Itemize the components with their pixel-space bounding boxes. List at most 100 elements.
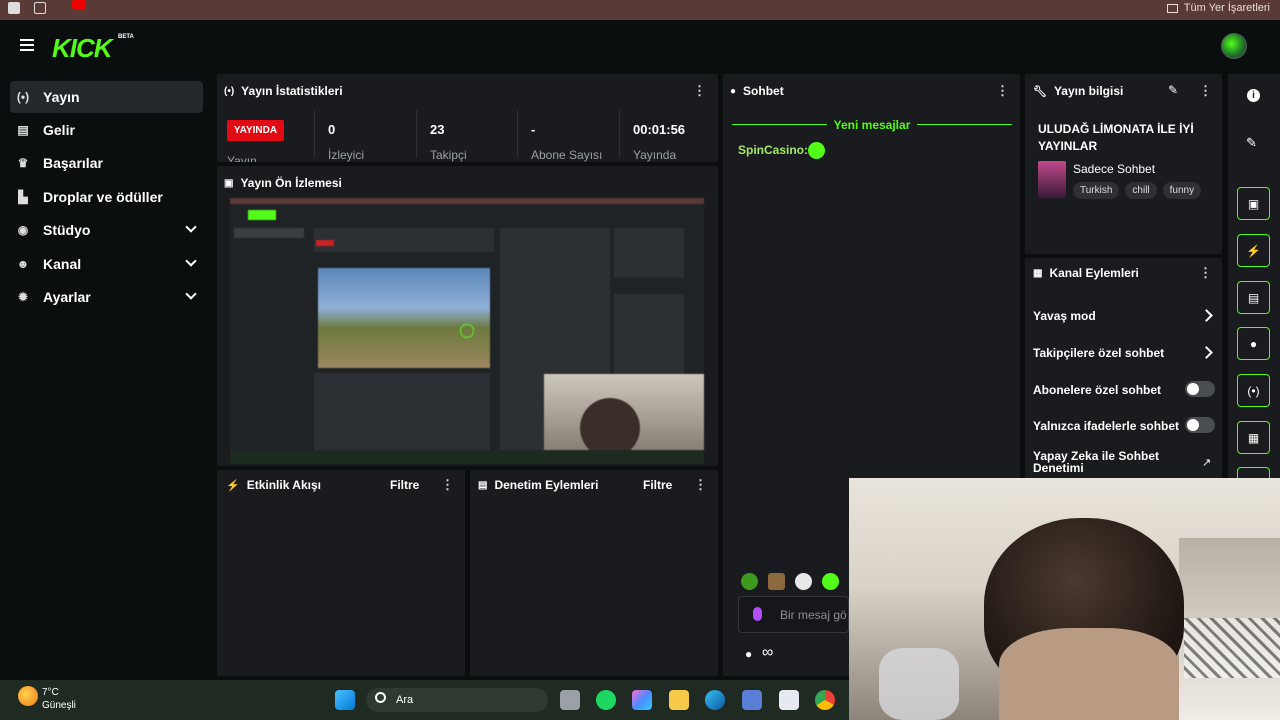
stats-toggle-button[interactable]: (•) xyxy=(1237,374,1270,407)
document-icon: ▤ xyxy=(478,479,488,491)
trophy-icon: ♛ xyxy=(17,156,29,170)
all-bookmarks-label: Tüm Yer İşaretleri xyxy=(1183,2,1270,14)
stat-subs-value: - xyxy=(531,122,536,137)
sidebar-item-kanal[interactable]: ☻ Kanal xyxy=(10,248,203,280)
pencil-icon[interactable]: ✎ xyxy=(1246,135,1257,151)
folder-icon xyxy=(1166,3,1178,13)
broadcast-icon: (•) xyxy=(16,90,30,104)
sidebar-item-yayin[interactable]: (•) Yayın xyxy=(10,81,203,113)
gear-icon: ✹ xyxy=(17,290,29,304)
weather-desc: Güneşli xyxy=(42,700,76,711)
more-icon[interactable] xyxy=(693,83,706,99)
weather-temp: 7°C xyxy=(42,687,59,698)
sidebar-item-label: Stüdyo xyxy=(43,222,91,238)
emote-icon[interactable] xyxy=(768,573,785,590)
store-icon[interactable] xyxy=(742,690,762,710)
chevron-down-icon xyxy=(185,221,197,233)
kick-logo[interactable]: KICK xyxy=(52,33,113,64)
tag[interactable]: chill xyxy=(1125,182,1157,199)
tag[interactable]: Turkish xyxy=(1073,182,1120,199)
ai-moderation-row[interactable]: Yapay Zeka ile Sohbet Denetimi xyxy=(1033,450,1173,474)
stat-viewers-label: İzleyici xyxy=(328,148,365,162)
apps-icon[interactable] xyxy=(34,2,46,14)
avatar[interactable] xyxy=(1221,33,1247,59)
more-icon[interactable] xyxy=(1199,83,1212,99)
chat-toggle-button[interactable]: ● xyxy=(1237,327,1270,360)
stat-followers-value: 23 xyxy=(430,122,445,137)
studio-icon: ◉ xyxy=(17,223,29,237)
chat-username[interactable]: SpinCasino: xyxy=(738,143,808,157)
mail-icon[interactable] xyxy=(779,690,799,710)
preview-toggle-button[interactable]: ▣ xyxy=(1237,187,1270,220)
more-icon[interactable] xyxy=(1199,265,1212,281)
tag[interactable]: funny xyxy=(1162,182,1202,199)
edge-icon[interactable] xyxy=(705,690,725,710)
infinity-icon: ∞ xyxy=(762,644,774,661)
chrome-icon[interactable] xyxy=(815,690,835,710)
moderation-panel: ▤ Denetim Eylemleri Filtre xyxy=(470,470,718,676)
activity-header: ⚡ Etkinlik Akışı xyxy=(226,478,321,492)
all-bookmarks[interactable]: Tüm Yer İşaretleri xyxy=(1166,2,1270,14)
channel-actions-panel: ▦ Kanal Eylemleri xyxy=(1025,258,1222,480)
info-icon[interactable]: i xyxy=(1247,89,1260,102)
channel-icon: ▦ xyxy=(1247,430,1260,445)
chevron-down-icon xyxy=(185,255,197,267)
sidebar-item-ayarlar[interactable]: ✹ Ayarlar xyxy=(10,281,203,313)
channel-icon: ▦ xyxy=(1033,267,1043,279)
menu-icon[interactable] xyxy=(20,39,34,51)
stat-label-yayin: Yayın xyxy=(227,154,257,162)
emotes-only-toggle[interactable] xyxy=(1185,417,1215,433)
preview-title: Yayın Ön İzlemesi xyxy=(240,176,342,190)
sidebar-item-droplar[interactable]: ▙ Droplar ve ödüller xyxy=(10,181,203,213)
slow-mode-row[interactable]: Yavaş mod xyxy=(1033,309,1096,323)
subscribers-only-toggle[interactable] xyxy=(1185,381,1215,397)
page-icon[interactable] xyxy=(8,2,20,14)
activity-title: Etkinlik Akışı xyxy=(246,478,321,492)
points-icon[interactable]: ● xyxy=(745,647,752,661)
moderation-header: ▤ Denetim Eylemleri xyxy=(478,478,599,492)
external-link-icon[interactable]: ↗ xyxy=(1202,456,1211,469)
sidebar-item-label: Ayarlar xyxy=(43,289,91,305)
activity-filter-button[interactable]: Filtre xyxy=(390,478,419,492)
moderation-toggle-button[interactable]: ▤ xyxy=(1237,281,1270,314)
sidebar-item-gelir[interactable]: ▤ Gelir xyxy=(10,114,203,146)
bolt-icon: ⚡ xyxy=(226,479,240,492)
channel-toggle-button[interactable]: ▦ xyxy=(1237,421,1270,454)
chevron-down-icon xyxy=(185,288,197,300)
sidebar-item-studyo[interactable]: ◉ Stüdyo xyxy=(10,214,203,246)
preview-icon: ▣ xyxy=(224,177,234,189)
stat-uptime-value: 00:01:56 xyxy=(633,122,686,137)
copilot-icon[interactable] xyxy=(632,690,652,710)
emote-icon[interactable] xyxy=(795,573,812,590)
stream-preview-video[interactable] xyxy=(230,198,704,464)
moderation-title: Denetim Eylemleri xyxy=(494,478,599,492)
chat-input[interactable]: Bir mesaj gö xyxy=(738,596,849,633)
taskbar-search[interactable]: Ara xyxy=(366,688,548,712)
task-view-icon[interactable] xyxy=(560,690,580,710)
sidebar-item-basarilar[interactable]: ♛ Başarılar xyxy=(10,147,203,179)
activity-toggle-button[interactable]: ⚡ xyxy=(1237,234,1270,267)
file-explorer-icon[interactable] xyxy=(669,690,689,710)
windows-start-icon[interactable] xyxy=(335,690,355,710)
chat-icon: ● xyxy=(1249,336,1258,351)
weather-icon[interactable] xyxy=(18,686,38,706)
chart-icon: ▙ xyxy=(18,190,28,204)
emote-icon[interactable] xyxy=(741,573,758,590)
more-icon[interactable] xyxy=(441,477,454,493)
more-icon[interactable] xyxy=(996,83,1009,99)
search-icon xyxy=(375,692,386,703)
stat-uptime-label: Yayında xyxy=(633,148,677,162)
moderation-filter-button[interactable]: Filtre xyxy=(643,478,672,492)
followers-only-row[interactable]: Takipçilere özel sohbet xyxy=(1033,346,1164,360)
stream-info-header: 🔧︎ Yayın bilgisi xyxy=(1033,84,1123,98)
emote-icon[interactable] xyxy=(822,573,839,590)
stat-viewers-value: 0 xyxy=(328,122,336,137)
category-name: Sadece Sohbet xyxy=(1073,162,1156,176)
spotify-icon[interactable] xyxy=(596,690,616,710)
webcam-overlay xyxy=(849,478,1280,720)
microphone-icon[interactable] xyxy=(753,607,762,621)
tag-list: Turkish chill funny xyxy=(1073,182,1202,199)
more-icon[interactable] xyxy=(694,477,707,493)
edit-icon[interactable]: ✎ xyxy=(1168,83,1178,97)
youtube-icon[interactable] xyxy=(72,0,86,9)
